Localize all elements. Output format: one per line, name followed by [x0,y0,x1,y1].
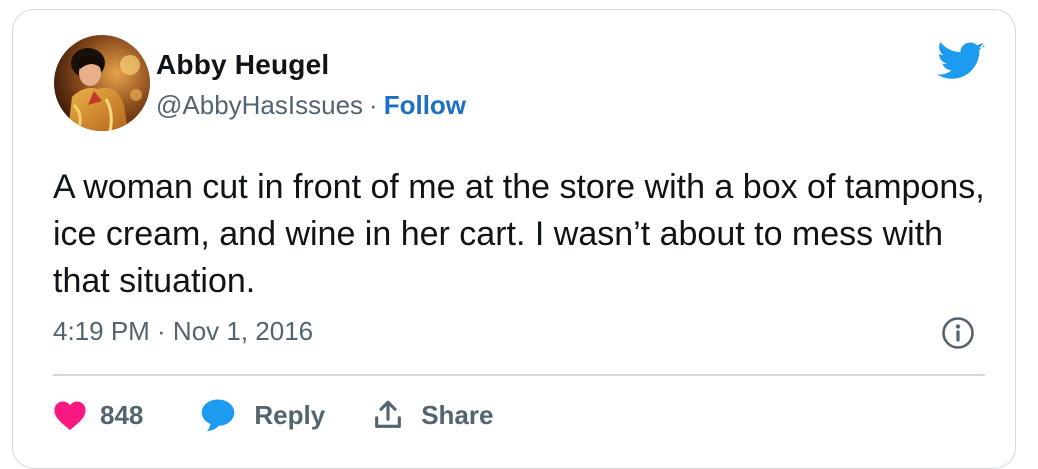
tweet-actions: 848 Reply Share [53,395,493,435]
reply-button[interactable]: Reply [200,398,371,432]
reply-label: Reply [254,399,326,430]
heart-icon [53,399,87,431]
info-icon[interactable] [941,316,975,350]
separator-dot: · [369,90,378,120]
tweet-text: A woman cut in front of me at the store … [53,168,985,300]
author-handle[interactable]: @AbbyHasIssues [156,90,363,120]
twitter-bird-icon[interactable] [937,42,985,82]
follow-link[interactable]: Follow [384,90,466,120]
like-button[interactable]: 848 [53,399,200,431]
action-divider [53,374,985,376]
share-upload-icon [371,398,405,432]
speech-bubble-icon [200,398,236,432]
tweet-card: Abby Heugel @AbbyHasIssues · Follow A woma… [12,9,1016,469]
tweet-timestamp[interactable]: 4:19 PM · Nov 1, 2016 [53,316,313,347]
share-button[interactable]: Share [371,398,493,432]
share-label: Share [421,399,494,430]
author-handle-line: @AbbyHasIssues · Follow [156,90,466,121]
author-avatar[interactable] [54,35,150,131]
like-count: 848 [100,399,144,430]
author-name[interactable]: Abby Heugel [156,49,329,81]
